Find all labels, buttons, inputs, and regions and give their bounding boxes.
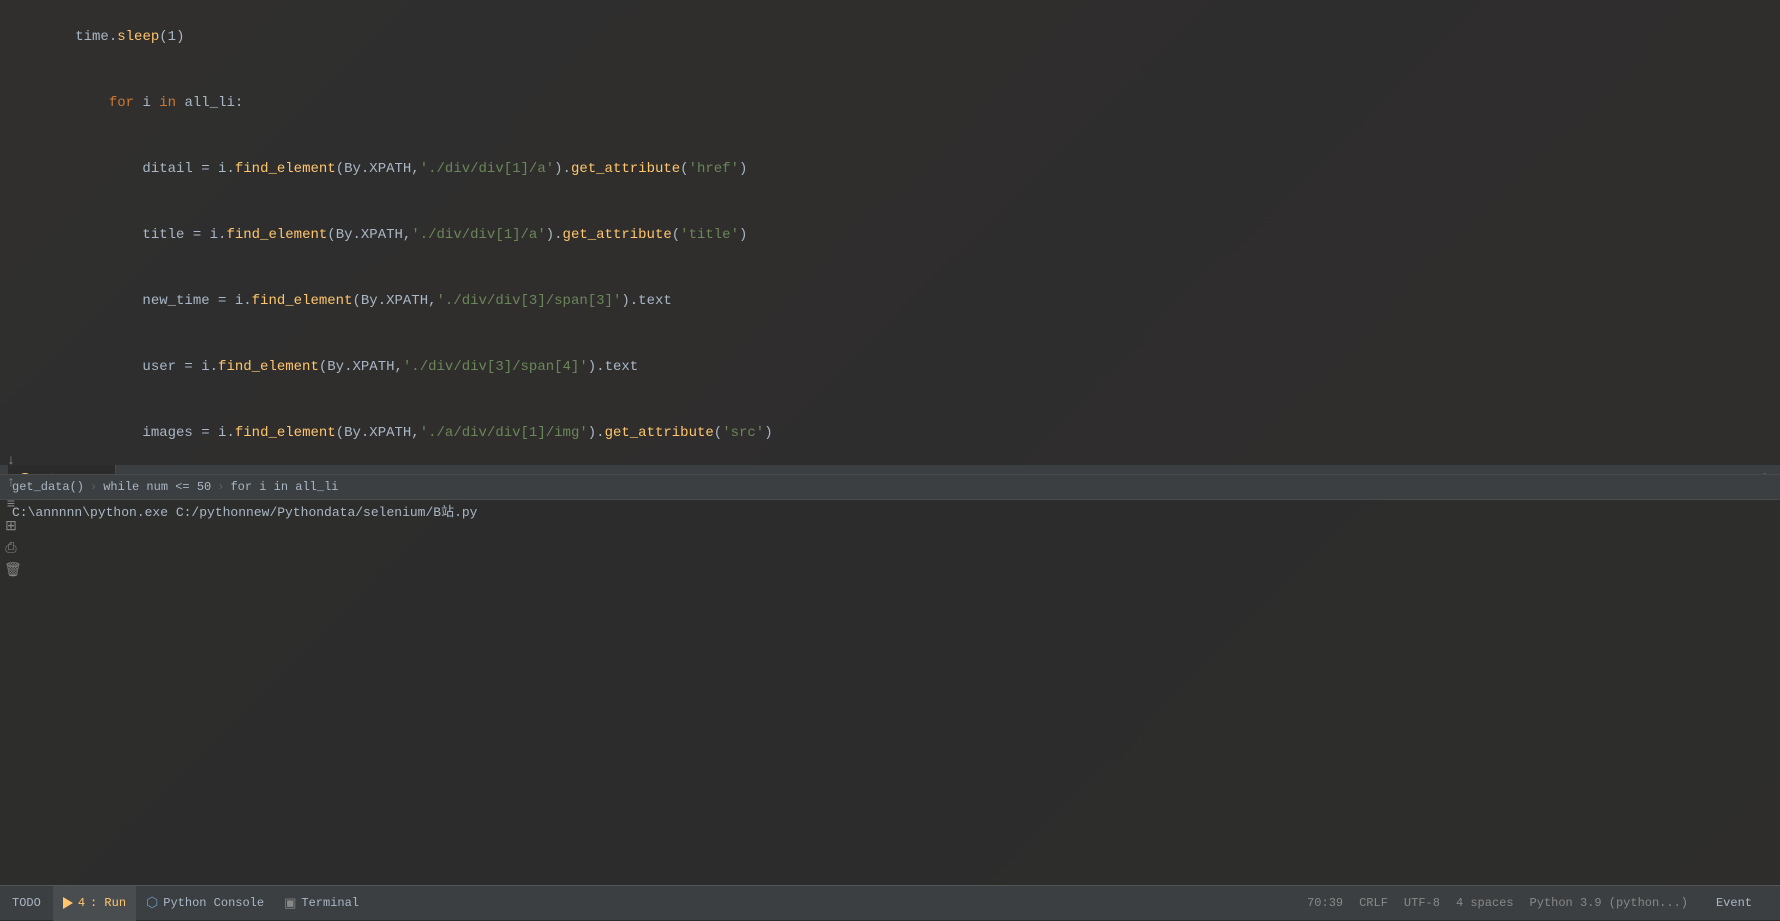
- breadcrumb: get_data() › while num <= 50 › for i in …: [0, 474, 1780, 500]
- terminal-output[interactable]: C:\annnnn\python.exe C:/pythonnew/Python…: [0, 495, 1780, 885]
- python-console-button[interactable]: ⬡ Python Console: [136, 886, 274, 921]
- todo-button[interactable]: TODO: [0, 896, 53, 910]
- terminal-icon: ▣: [284, 896, 296, 911]
- run-button[interactable]: 4 : Run: [53, 886, 136, 921]
- code-line[interactable]: ditail = i.find_element(By.XPATH,'./div/…: [0, 136, 1780, 202]
- list-icon[interactable]: ≡: [4, 498, 18, 512]
- status-right-section: 70:39 CRLF UTF-8 4 spaces Python 3.9 (py…: [1307, 896, 1780, 910]
- breadcrumb-item[interactable]: get_data(): [12, 480, 84, 494]
- terminal-panel: B站 (1) ✕ ⚙ C:\annnnn\python.exe C:/pytho…: [0, 465, 1780, 885]
- indentation[interactable]: 4 spaces: [1456, 896, 1514, 910]
- terminal-label: Terminal: [301, 896, 359, 910]
- run-label: : Run: [90, 896, 126, 910]
- code-content: time.sleep(1) for i in all_li: ditail = …: [0, 0, 1780, 500]
- file-encoding[interactable]: UTF-8: [1404, 896, 1440, 910]
- scroll-up-icon[interactable]: ↑: [4, 476, 18, 490]
- breadcrumb-item[interactable]: while num <= 50: [103, 480, 211, 494]
- code-line[interactable]: time.sleep(1): [0, 4, 1780, 70]
- line-ending[interactable]: CRLF: [1359, 896, 1388, 910]
- terminal-command-line: C:\annnnn\python.exe C:/pythonnew/Python…: [12, 503, 1768, 523]
- code-line[interactable]: images = i.find_element(By.XPATH,'./a/di…: [0, 400, 1780, 466]
- sort-icon[interactable]: ⊞: [4, 520, 18, 534]
- cursor-position: 70:39: [1307, 896, 1343, 910]
- event-log-button[interactable]: Event: [1704, 896, 1764, 910]
- print-icon[interactable]: ⎙: [4, 542, 18, 556]
- terminal-button[interactable]: ▣ Terminal: [274, 886, 369, 921]
- code-line[interactable]: user = i.find_element(By.XPATH,'./div/di…: [0, 334, 1780, 400]
- code-line[interactable]: new_time = i.find_element(By.XPATH,'./di…: [0, 268, 1780, 334]
- terminal-toolbar: ↓ ↑ ≡ ⊞ ⎙ 🗑: [0, 446, 22, 586]
- code-line[interactable]: title = i.find_element(By.XPATH,'./div/d…: [0, 202, 1780, 268]
- python-icon: ⬡: [146, 895, 158, 912]
- python-interpreter[interactable]: Python 3.9 (python...): [1530, 896, 1688, 910]
- run-icon: [63, 897, 73, 909]
- scroll-down-icon[interactable]: ↓: [4, 454, 18, 468]
- delete-icon[interactable]: 🗑: [4, 564, 18, 578]
- breadcrumb-item[interactable]: for i in all_li: [230, 480, 338, 494]
- status-bar: TODO 4: Run ⬡ Python Console ▣ Terminal …: [0, 885, 1780, 920]
- console-label: Python Console: [163, 896, 264, 910]
- status-left-section: TODO 4 : Run ⬡ Python Console ▣ Terminal: [0, 886, 369, 921]
- run-number: 4: [78, 896, 85, 910]
- code-editor: time.sleep(1) for i in all_li: ditail = …: [0, 0, 1780, 500]
- code-line[interactable]: for i in all_li:: [0, 70, 1780, 136]
